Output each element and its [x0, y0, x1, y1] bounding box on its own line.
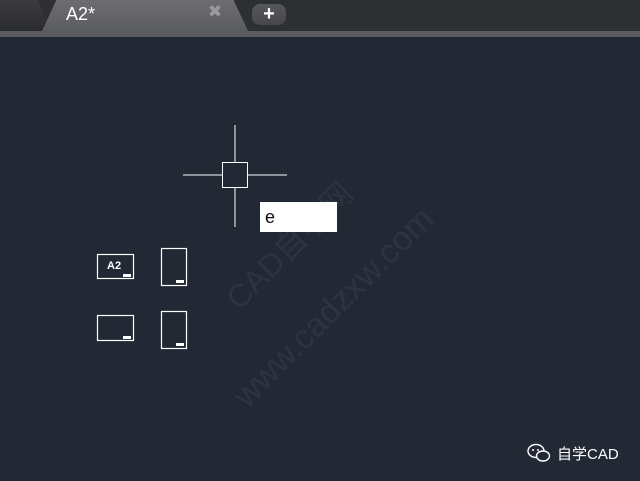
layout-icon-landscape-2[interactable]: [96, 314, 136, 342]
layout-icon-a2[interactable]: A2: [96, 253, 136, 281]
tab-close-icon[interactable]: ✖: [207, 3, 223, 21]
new-tab-button[interactable]: +: [252, 4, 286, 25]
layout-icon-label: A2: [107, 260, 121, 272]
layout-icon-portrait-2[interactable]: [160, 310, 190, 351]
wechat-icon: [527, 443, 551, 462]
layout-icon-portrait-1[interactable]: [160, 247, 190, 288]
brand-badge: 自学CAD: [527, 442, 619, 464]
command-input[interactable]: e: [260, 202, 337, 232]
brand-label: 自学CAD: [557, 445, 619, 463]
tab-title: A2*: [66, 4, 96, 24]
